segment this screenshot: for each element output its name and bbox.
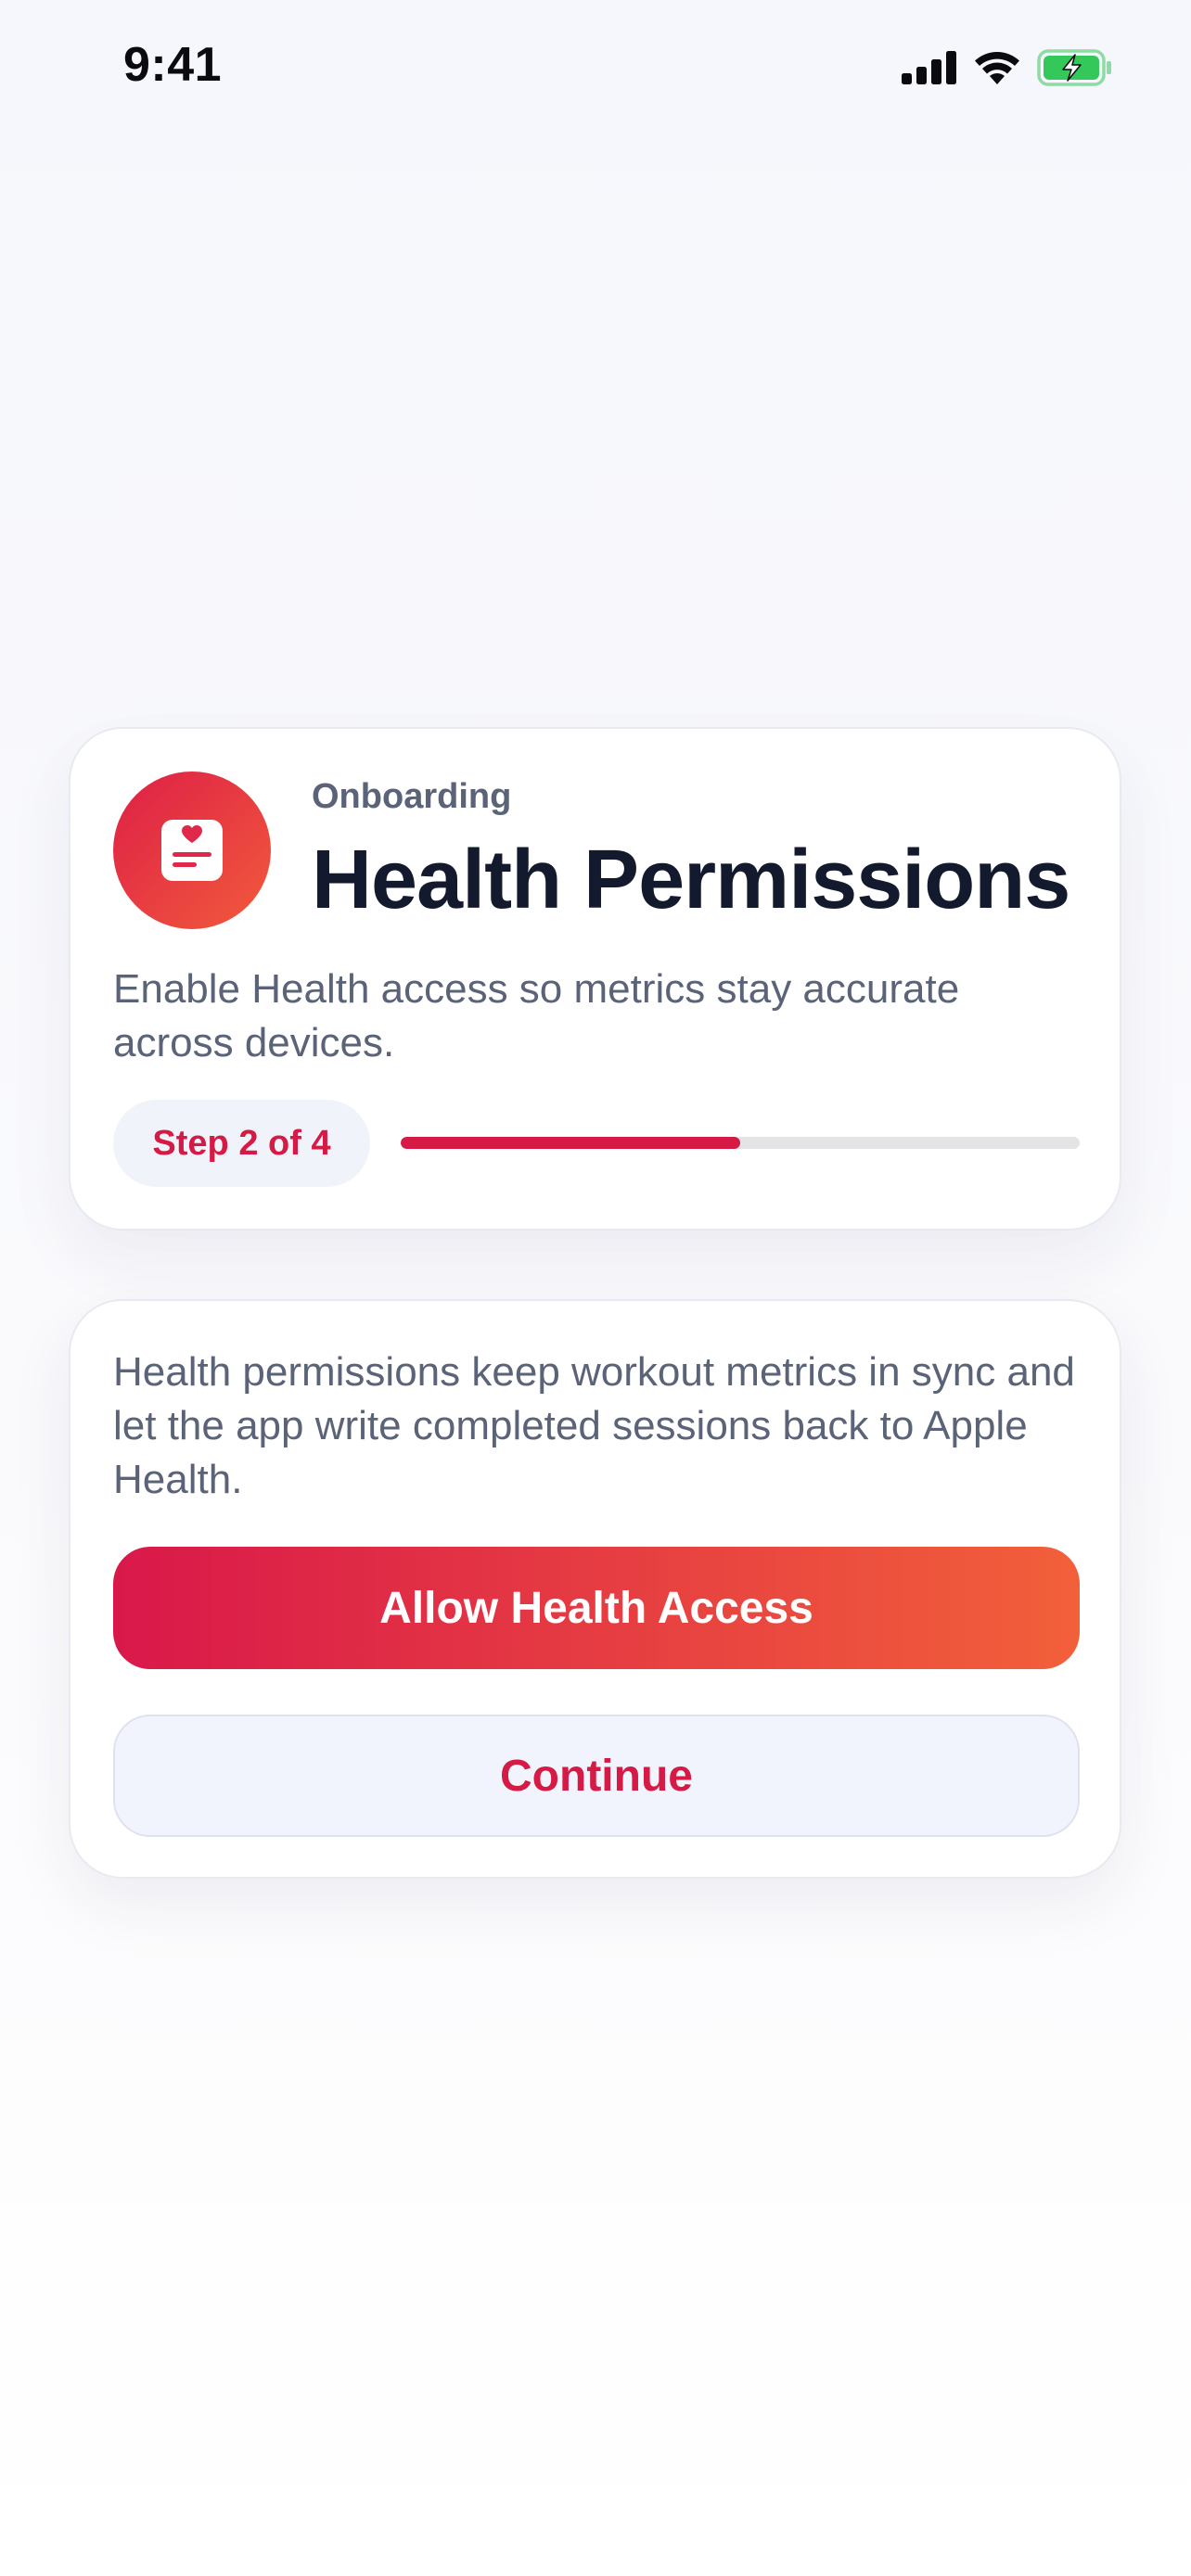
health-record-icon: [113, 772, 271, 929]
battery-charging-icon: [1037, 49, 1113, 86]
page-title: Health Permissions: [312, 834, 1070, 926]
permissions-description: Health permissions keep workout metrics …: [113, 1349, 1075, 1502]
status-icons: [902, 46, 1113, 89]
status-time: 9:41: [123, 38, 223, 92]
progress-bar-fill: [401, 1137, 740, 1149]
permissions-action-card: Health permissions keep workout metrics …: [69, 1299, 1121, 1879]
cellular-signal-icon: [902, 51, 957, 84]
status-bar: 9:41: [0, 0, 1191, 139]
allow-health-access-button[interactable]: Allow Health Access: [113, 1547, 1080, 1669]
wifi-icon: [974, 51, 1020, 84]
progress-bar: [401, 1137, 1080, 1149]
page-subtitle: Enable Health access so metrics stay acc…: [113, 966, 960, 1065]
eyebrow-label: Onboarding: [312, 777, 512, 816]
continue-button[interactable]: Continue: [113, 1715, 1080, 1837]
step-badge: Step 2 of 4: [113, 1100, 370, 1187]
onboarding-header-card: Onboarding Health Permissions Enable Hea…: [69, 727, 1121, 1231]
